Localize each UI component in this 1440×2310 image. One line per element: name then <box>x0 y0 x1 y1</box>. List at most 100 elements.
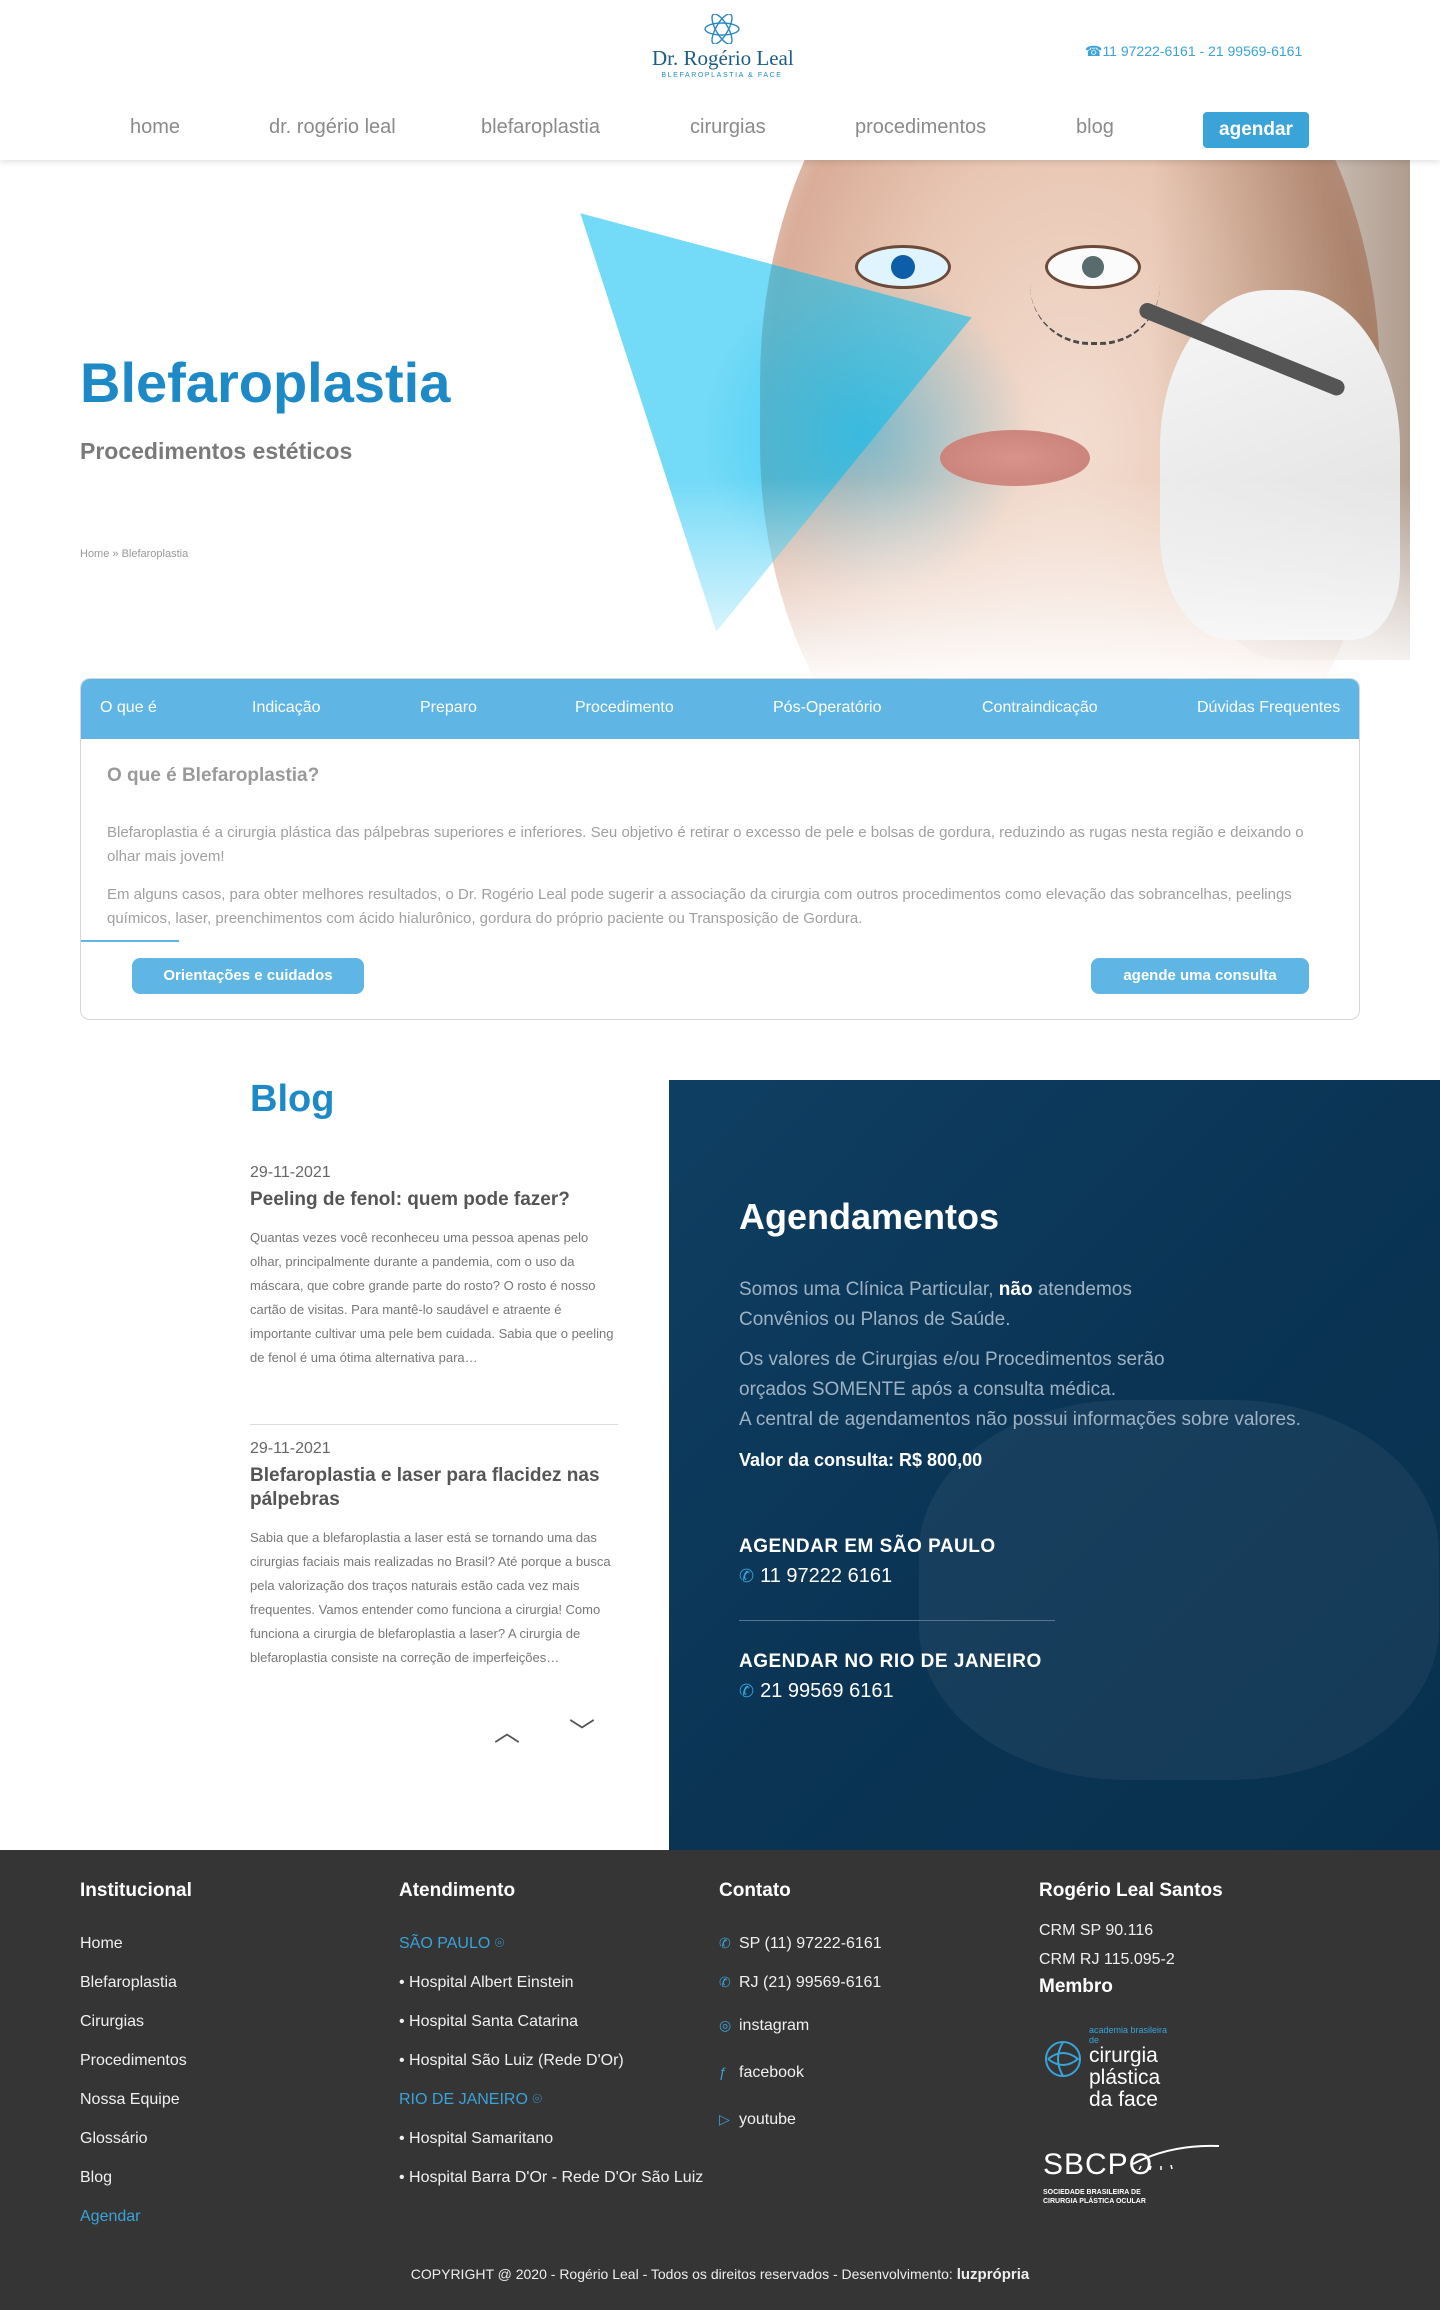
footer-phone-sp[interactable]: ✆ SP (11) 97222-6161 <box>719 1924 882 1963</box>
agenda-sp-phone-number: 11 97222 6161 <box>760 1565 893 1587</box>
footer-link-procedimentos[interactable]: Procedimentos <box>80 2041 192 2080</box>
tab-indicacao[interactable]: Indicação <box>252 699 321 717</box>
atom-logo-icon <box>704 14 740 44</box>
instagram-icon: ◎ <box>719 2017 732 2033</box>
nav-agendar-button[interactable]: agendar <box>1203 112 1309 148</box>
agenda-title: Agendamentos <box>739 1196 1000 1237</box>
agenda-rj-phone[interactable]: ✆ 21 99569 6161 <box>739 1680 894 1703</box>
blog-divider <box>250 1424 618 1425</box>
location-pin-icon: ⌾ <box>494 1935 505 1952</box>
footer-rj-text: RIO DE JANEIRO <box>399 2091 528 2108</box>
facebook-icon: ƒ <box>719 2064 727 2080</box>
sbcpo-sub: SOCIEDADE BRASILEIRA DE CIRURGIA PLÁSTIC… <box>1043 2188 1146 2206</box>
footer-facebook-link[interactable]: ƒ facebook <box>719 2049 882 2096</box>
post-date: 29-11-2021 <box>250 1440 331 1457</box>
abcp-line-1: cirurgia <box>1089 2044 1158 2067</box>
footer-link-blog[interactable]: Blog <box>80 2158 192 2197</box>
footer-link-blefaroplastia[interactable]: Blefaroplastia <box>80 1963 192 2002</box>
footer-doctor: Rogério Leal Santos CRM SP 90.116 CRM RJ… <box>1039 1880 1223 1998</box>
post-excerpt: Sabia que a blefaroplastia a laser está … <box>250 1530 611 1665</box>
agenda-divider <box>739 1620 1055 1621</box>
agenda-sp-phone[interactable]: ✆ 11 97222 6161 <box>739 1565 892 1588</box>
page-subtitle: Procedimentos estéticos <box>80 438 353 464</box>
logo-name: Dr. Rogério Leal <box>652 46 794 70</box>
info-tabs-panel: O que é Indicação Preparo Procedimento P… <box>80 678 1360 1020</box>
site-footer: Institucional Home Blefaroplastia Cirurg… <box>0 1850 1440 2310</box>
site-logo[interactable]: Dr. Rogério Leal BLEFAROPLASTIA & FACE <box>652 14 794 79</box>
nav-blog[interactable]: blog <box>1076 116 1114 139</box>
sbcpo-sub-1: SOCIEDADE BRASILEIRA DE <box>1043 2189 1141 2196</box>
abcp-globe-icon <box>1045 2041 1081 2077</box>
footer-phone-sp-text: SP (11) 97222-6161 <box>739 1935 882 1952</box>
page-title: Blefaroplastia <box>80 351 451 414</box>
footer-hospital: • Hospital Barra D'Or - Rede D'Or São Lu… <box>399 2169 704 2186</box>
phone-icon: ✆ <box>719 1974 731 1990</box>
footer-link-agendar[interactable]: Agendar <box>80 2197 192 2236</box>
footer-link-equipe[interactable]: Nossa Equipe <box>80 2080 192 2119</box>
footer-phone-rj[interactable]: ✆ RJ (21) 99569-6161 <box>719 1963 882 2002</box>
footer-link-cirurgias[interactable]: Cirurgias <box>80 2002 192 2041</box>
agenda-text-1: Somos uma Clínica Particular, não atende… <box>739 1275 1179 1335</box>
main-nav: home dr. rogério leal blefaroplastia cir… <box>0 112 1440 148</box>
blog-prev-arrow-icon[interactable]: ︿ <box>494 1712 520 1749</box>
nav-blefaroplastia[interactable]: blefaroplastia <box>481 116 600 139</box>
tab-content-paragraph-2: Em alguns casos, para obter melhores res… <box>107 886 1292 927</box>
hero-banner: Blefaroplastia Procedimentos estéticos H… <box>0 160 1440 690</box>
tab-o-que-e[interactable]: O que é <box>100 699 157 717</box>
copyright: COPYRIGHT @ 2020 - Rogério Leal - Todos … <box>0 2266 1440 2283</box>
nav-doctor[interactable]: dr. rogério leal <box>269 116 396 139</box>
phone-icon: ✆ <box>719 1935 731 1951</box>
footer-contato-title: Contato <box>719 1880 791 1901</box>
footer-instagram-link[interactable]: ◎ instagram <box>719 2002 882 2049</box>
tab-preparo[interactable]: Preparo <box>420 699 477 717</box>
agenda-text-1b: não <box>998 1279 1033 1300</box>
footer-atend-title: Atendimento <box>399 1880 516 1901</box>
nav-cirurgias[interactable]: cirurgias <box>690 116 766 139</box>
post-excerpt: Quantas vezes você reconheceu uma pessoa… <box>250 1230 614 1365</box>
post-title[interactable]: Blefaroplastia e laser para flacidez nas… <box>250 1464 620 1512</box>
abcp-line-3: da face <box>1089 2088 1158 2111</box>
agende-consulta-button[interactable]: agende uma consulta <box>1091 958 1309 994</box>
post-date: 29-11-2021 <box>250 1164 331 1181</box>
eyelash-icon <box>1132 2144 1220 2170</box>
blog-next-arrow-icon[interactable]: ﹀ <box>569 1712 595 1749</box>
tab-content-heading: O que é Blefaroplastia? <box>107 765 320 786</box>
developer-link[interactable]: luzprópria <box>957 2266 1030 2283</box>
footer-doc-title: Rogério Leal Santos <box>1039 1880 1223 1901</box>
footer-link-home[interactable]: Home <box>80 1924 192 1963</box>
footer-link-glossario[interactable]: Glossário <box>80 2119 192 2158</box>
footer-inst-title: Institucional <box>80 1880 192 1901</box>
location-pin-icon: ⌾ <box>532 2091 542 2108</box>
agenda-text-2: Os valores de Cirurgias e/ou Procediment… <box>739 1349 1165 1400</box>
sbcpo-logo[interactable]: SBCPO SOCIEDADE BRASILEIRA DE CIRURGIA P… <box>1043 2140 1223 2220</box>
orientacoes-button[interactable]: Orientações e cuidados <box>132 958 364 994</box>
nav-procedimentos[interactable]: procedimentos <box>855 116 986 139</box>
footer-atendimento: Atendimento SÃO PAULO ⌾ • Hospital Alber… <box>399 1880 703 2197</box>
hero-fade <box>0 160 1440 690</box>
youtube-icon: ▷ <box>719 2111 730 2127</box>
abcp-small-text: academia brasileira de <box>1089 2025 1168 2045</box>
tab-pos-operatorio[interactable]: Pós-Operatório <box>773 699 882 717</box>
agenda-text-3: A central de agendamentos não possui inf… <box>739 1409 1301 1430</box>
whatsapp-icon: ✆ <box>739 1681 755 1701</box>
footer-hospital: • Hospital São Luiz (Rede D'Or) <box>399 2052 624 2069</box>
breadcrumb[interactable]: Home » Blefaroplastia <box>80 548 188 560</box>
nav-home[interactable]: home <box>130 116 180 139</box>
abcp-logo[interactable]: academia brasileira de cirurgia plástica… <box>1043 2025 1183 2115</box>
blog-post[interactable]: 29-11-2021 Blefaroplastia e laser para f… <box>250 1440 620 1670</box>
footer-rj-label: RIO DE JANEIRO ⌾ <box>399 2080 703 2119</box>
header-phones[interactable]: ☎11 97222-6161 - 21 99569-6161 <box>1085 43 1302 60</box>
site-header: Dr. Rogério Leal BLEFAROPLASTIA & FACE ☎… <box>0 0 1440 160</box>
tab-underline <box>81 940 179 942</box>
post-title[interactable]: Peeling de fenol: quem pode fazer? <box>250 1188 620 1212</box>
tab-procedimento[interactable]: Procedimento <box>575 699 674 717</box>
whatsapp-icon: ✆ <box>739 1566 755 1586</box>
blog-post[interactable]: 29-11-2021 Peeling de fenol: quem pode f… <box>250 1164 620 1370</box>
abcp-line-2: plástica <box>1089 2066 1161 2089</box>
tab-duvidas-frequentes[interactable]: Dúvidas Frequentes <box>1197 699 1340 717</box>
agenda-sp-label: AGENDAR EM SÃO PAULO <box>739 1536 996 1557</box>
footer-youtube-link[interactable]: ▷ youtube <box>719 2096 882 2143</box>
footer-sp-label: SÃO PAULO ⌾ <box>399 1924 703 1963</box>
footer-phone-rj-text: RJ (21) 99569-6161 <box>739 1974 882 1991</box>
tab-contraindicacao[interactable]: Contraindicação <box>982 699 1098 717</box>
